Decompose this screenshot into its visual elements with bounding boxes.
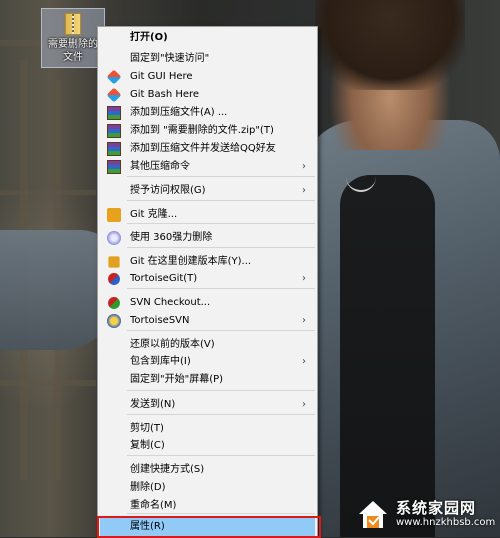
menu-item-label: Git 克隆... xyxy=(130,209,178,220)
desktop-file-icon[interactable]: 需要删除的文件 xyxy=(41,8,105,68)
menu-item-label: Git Bash Here xyxy=(130,89,200,100)
menu-item-label: 使用 360强力删除 xyxy=(130,232,213,243)
tortoisesvn-icon xyxy=(107,314,121,328)
menu-item-12[interactable]: TortoiseGit(T) › xyxy=(100,270,315,288)
properties-highlight-box xyxy=(97,516,321,538)
zip-folder-icon xyxy=(65,13,81,35)
chevron-right-icon: › xyxy=(302,399,306,410)
menu-item-14[interactable]: TortoiseSVN › xyxy=(100,312,315,330)
git-clone-icon xyxy=(107,208,121,222)
menu-item-6[interactable]: 添加到压缩文件并发送给QQ好友 xyxy=(100,140,315,158)
menu-item-10[interactable]: 使用 360强力删除 xyxy=(100,229,315,247)
menu-item-9[interactable]: Git 克隆... xyxy=(100,206,315,224)
menu-separator xyxy=(127,200,315,201)
menu-item-7[interactable]: 其他压缩命令 › xyxy=(100,158,315,176)
menu-item-2[interactable]: Git GUI Here xyxy=(100,68,315,86)
menu-item-label: 重命名(M) xyxy=(130,500,177,511)
desktop-file-label: 需要删除的文件 xyxy=(48,39,98,63)
menu-item-label: 打开(O) xyxy=(130,32,168,43)
menu-item-label: 剪切(T) xyxy=(130,423,164,434)
chevron-right-icon: › xyxy=(302,161,306,172)
menu-item-0[interactable]: 打开(O) xyxy=(100,29,315,47)
chevron-right-icon: › xyxy=(302,356,306,367)
menu-item-5[interactable]: 添加到 "需要删除的文件.zip"(T) xyxy=(100,122,315,140)
menu-item-19[interactable]: 剪切(T) xyxy=(100,420,315,438)
chevron-right-icon: › xyxy=(302,315,306,326)
winrar-icon xyxy=(107,160,121,174)
menu-item-label: 添加到压缩文件并发送给QQ好友 xyxy=(130,143,276,154)
menu-item-label: 还原以前的版本(V) xyxy=(130,339,215,350)
menu-item-18[interactable]: 发送到(N) › xyxy=(100,396,315,414)
git-icon xyxy=(106,87,122,103)
menu-item-label: 发送到(N) xyxy=(130,399,176,410)
menu-separator xyxy=(127,247,315,248)
winrar-icon xyxy=(107,142,121,156)
menu-item-label: 固定到"快速访问" xyxy=(130,53,210,64)
watermark-url: www.hnzkhbsb.com xyxy=(396,517,496,528)
tortoisegit-icon xyxy=(108,273,120,285)
menu-item-label: Git 在这里创建版本库(Y)... xyxy=(130,256,252,267)
menu-item-label: Git GUI Here xyxy=(130,71,193,82)
watermark: 系统家园网 www.hnzkhbsb.com xyxy=(356,496,496,534)
menu-item-20[interactable]: 复制(C) xyxy=(100,437,315,455)
menu-item-label: 创建快捷方式(S) xyxy=(130,464,205,475)
watermark-title: 系统家园网 xyxy=(396,499,477,517)
git-icon xyxy=(106,69,122,85)
menu-item-17[interactable]: 固定到"开始"屏幕(P) xyxy=(100,371,315,389)
menu-item-21[interactable]: 创建快捷方式(S) xyxy=(100,461,315,479)
menu-item-label: 添加到 "需要删除的文件.zip"(T) xyxy=(130,125,274,136)
menu-item-label: 删除(D) xyxy=(130,482,166,493)
menu-item-label: 固定到"开始"屏幕(P) xyxy=(130,374,224,385)
chevron-right-icon: › xyxy=(302,273,306,284)
menu-item-label: TortoiseGit(T) xyxy=(130,273,198,284)
chevron-right-icon: › xyxy=(302,185,306,196)
git-repo-icon xyxy=(108,256,120,268)
menu-item-22[interactable]: 删除(D) xyxy=(100,479,315,497)
menu-separator xyxy=(127,414,315,415)
menu-item-label: 添加到压缩文件(A) ... xyxy=(130,107,228,118)
menu-item-11[interactable]: Git 在这里创建版本库(Y)... xyxy=(100,253,315,271)
menu-item-3[interactable]: Git Bash Here xyxy=(100,86,315,104)
house-logo-icon xyxy=(359,501,387,528)
menu-item-label: TortoiseSVN xyxy=(130,315,190,326)
menu-item-label: SVN Checkout... xyxy=(130,297,211,308)
menu-item-label: 授予访问权限(G) xyxy=(130,185,206,196)
person-shirt xyxy=(340,175,435,537)
menu-item-label: 复制(C) xyxy=(130,440,165,451)
menu-separator xyxy=(127,176,315,177)
menu-item-label: 包含到库中(I) xyxy=(130,356,191,367)
rail-bar xyxy=(0,380,96,386)
winrar-icon xyxy=(107,124,121,138)
rail-bar xyxy=(0,190,96,195)
winrar-icon xyxy=(107,106,121,120)
menu-item-1[interactable]: 固定到"快速访问" xyxy=(100,50,315,68)
menu-item-8[interactable]: 授予访问权限(G) › xyxy=(100,182,315,200)
menu-item-label: 其他压缩命令 xyxy=(130,161,190,172)
menu-separator xyxy=(127,330,315,331)
svn-checkout-icon xyxy=(108,297,120,309)
menu-item-4[interactable]: 添加到压缩文件(A) ... xyxy=(100,104,315,122)
person-necklace xyxy=(346,150,376,192)
menu-separator xyxy=(127,288,315,289)
menu-separator xyxy=(127,455,315,456)
menu-separator xyxy=(127,390,315,391)
menu-item-15[interactable]: 还原以前的版本(V) xyxy=(100,336,315,354)
menu-item-13[interactable]: SVN Checkout... xyxy=(100,294,315,312)
context-menu: 打开(O) 固定到"快速访问" Git GUI Here Git Bash Here 添… xyxy=(97,26,318,537)
360-icon xyxy=(107,231,121,245)
menu-item-23[interactable]: 重命名(M) xyxy=(100,497,315,515)
person-hair xyxy=(315,0,465,90)
menu-item-16[interactable]: 包含到库中(I) › xyxy=(100,353,315,371)
